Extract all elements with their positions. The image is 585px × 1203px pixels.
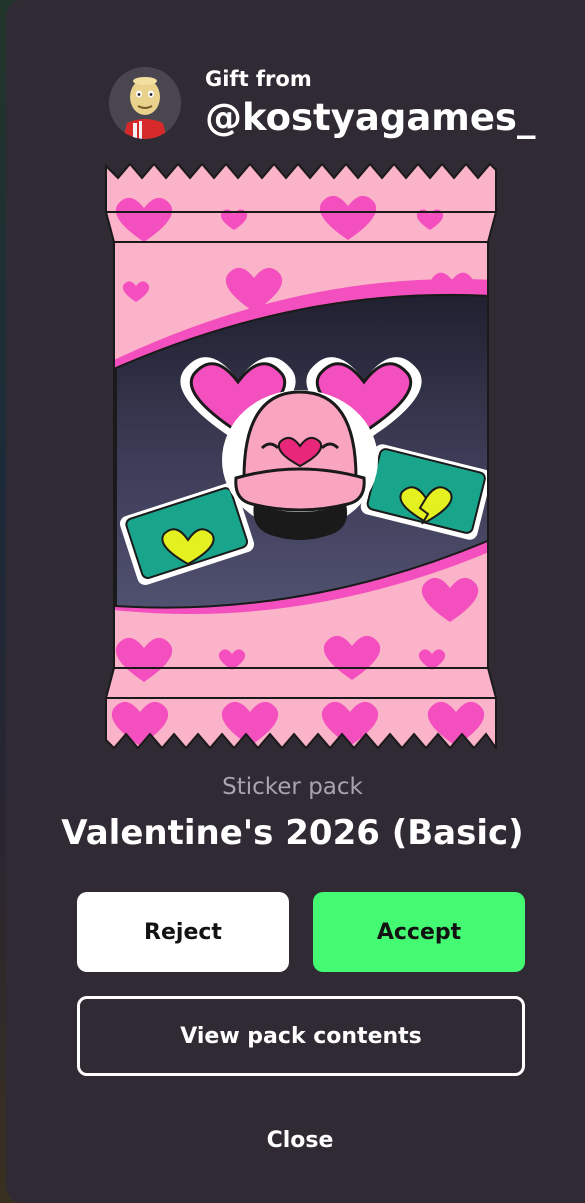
gift-sender: Gift from @kostyagames_ (109, 66, 535, 140)
valentine-sticker-pack-art (105, 162, 497, 752)
sticker-pack-image (104, 160, 498, 752)
avatar[interactable] (109, 67, 181, 139)
avatar-image (109, 67, 181, 139)
pack-title: Valentine's 2026 (Basic) (61, 813, 524, 853)
accept-button[interactable]: Accept (313, 892, 525, 972)
sender-username[interactable]: @kostyagames_ (205, 96, 535, 140)
pack-type-label: Sticker pack (222, 774, 363, 800)
close-button[interactable]: Close (220, 1118, 380, 1162)
view-pack-contents-button[interactable]: View pack contents (77, 996, 525, 1076)
reject-button[interactable]: Reject (77, 892, 289, 972)
gift-from-label: Gift from (205, 67, 312, 91)
